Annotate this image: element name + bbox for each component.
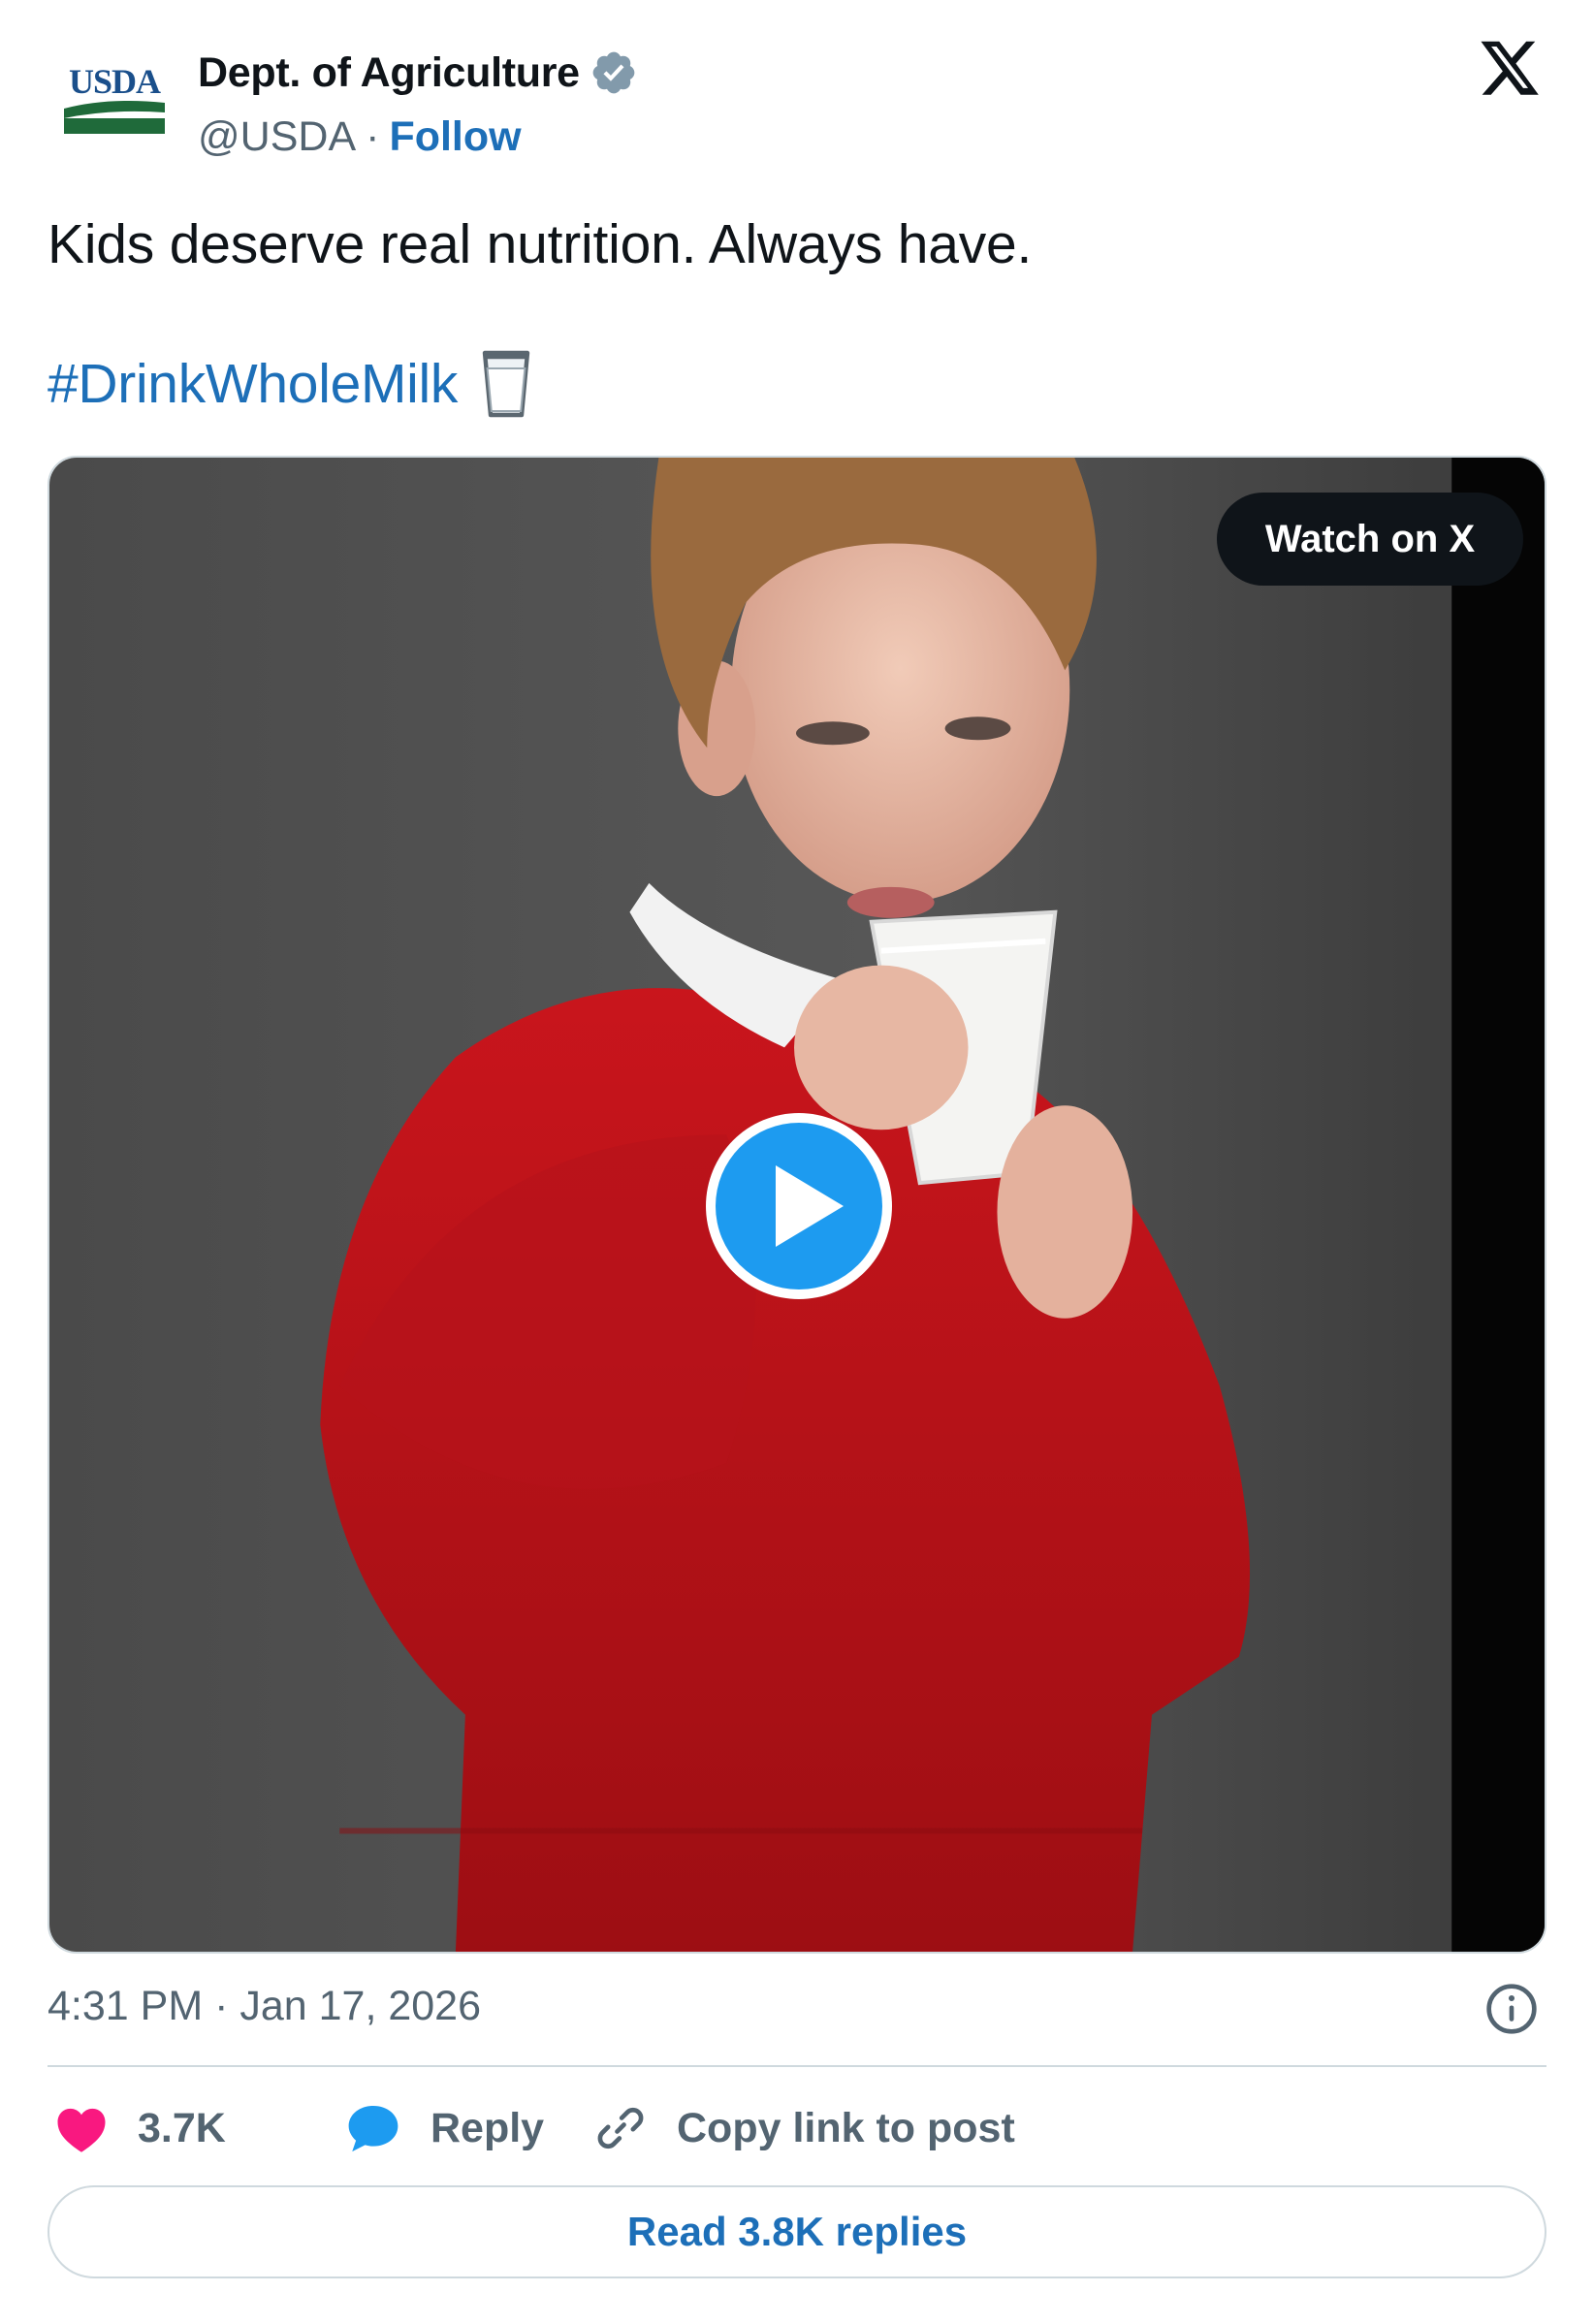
read-replies-button[interactable]: Read 3.8K replies: [48, 2185, 1546, 2278]
copy-link-action[interactable]: Copy link to post: [593, 2101, 1015, 2155]
logo-text: USDA: [69, 62, 161, 101]
post-text: Kids deserve real nutrition. Always have…: [48, 213, 1033, 275]
info-icon[interactable]: [1484, 1982, 1539, 2036]
link-icon: [597, 2107, 644, 2149]
author-name-row: Dept. of Agriculture: [198, 45, 638, 101]
verified-badge-icon: [592, 51, 635, 94]
milk-glass-icon: [482, 350, 530, 418]
reply-label: Reply: [430, 2104, 545, 2151]
follow-button[interactable]: Follow: [389, 113, 521, 161]
play-icon[interactable]: [702, 1109, 896, 1303]
post-timestamp[interactable]: 4:31 PM · Jan 17, 2026: [48, 1978, 481, 2034]
usda-logo-avatar[interactable]: USDA: [60, 60, 169, 142]
hashtag-row: #DrinkWholeMilk: [48, 349, 531, 419]
footer-divider: [48, 2065, 1546, 2067]
watch-on-x-button[interactable]: Watch on X: [1217, 493, 1523, 586]
like-count: 3.7K: [138, 2104, 226, 2151]
hashtag-link[interactable]: #DrinkWholeMilk: [48, 352, 458, 416]
video-media[interactable]: Watch on X: [48, 456, 1546, 1954]
reply-action[interactable]: Reply: [345, 2102, 593, 2154]
author-handle-row: @USDA · Follow: [198, 109, 522, 165]
x-logo-icon[interactable]: [1478, 41, 1542, 101]
like-action[interactable]: 3.7K: [54, 2103, 345, 2153]
action-bar: 3.7K Reply Copy link to post: [54, 2094, 1015, 2162]
author-display-name[interactable]: Dept. of Agriculture: [198, 49, 580, 97]
reply-bubble-icon: [348, 2106, 398, 2152]
heart-icon: [57, 2108, 106, 2152]
author-handle[interactable]: @USDA: [198, 113, 356, 161]
separator-dot: ·: [366, 112, 380, 160]
copy-link-label: Copy link to post: [677, 2104, 1015, 2151]
embedded-post-card: USDA Dept. of Agriculture @USDA · Follow…: [0, 0, 1594, 2324]
